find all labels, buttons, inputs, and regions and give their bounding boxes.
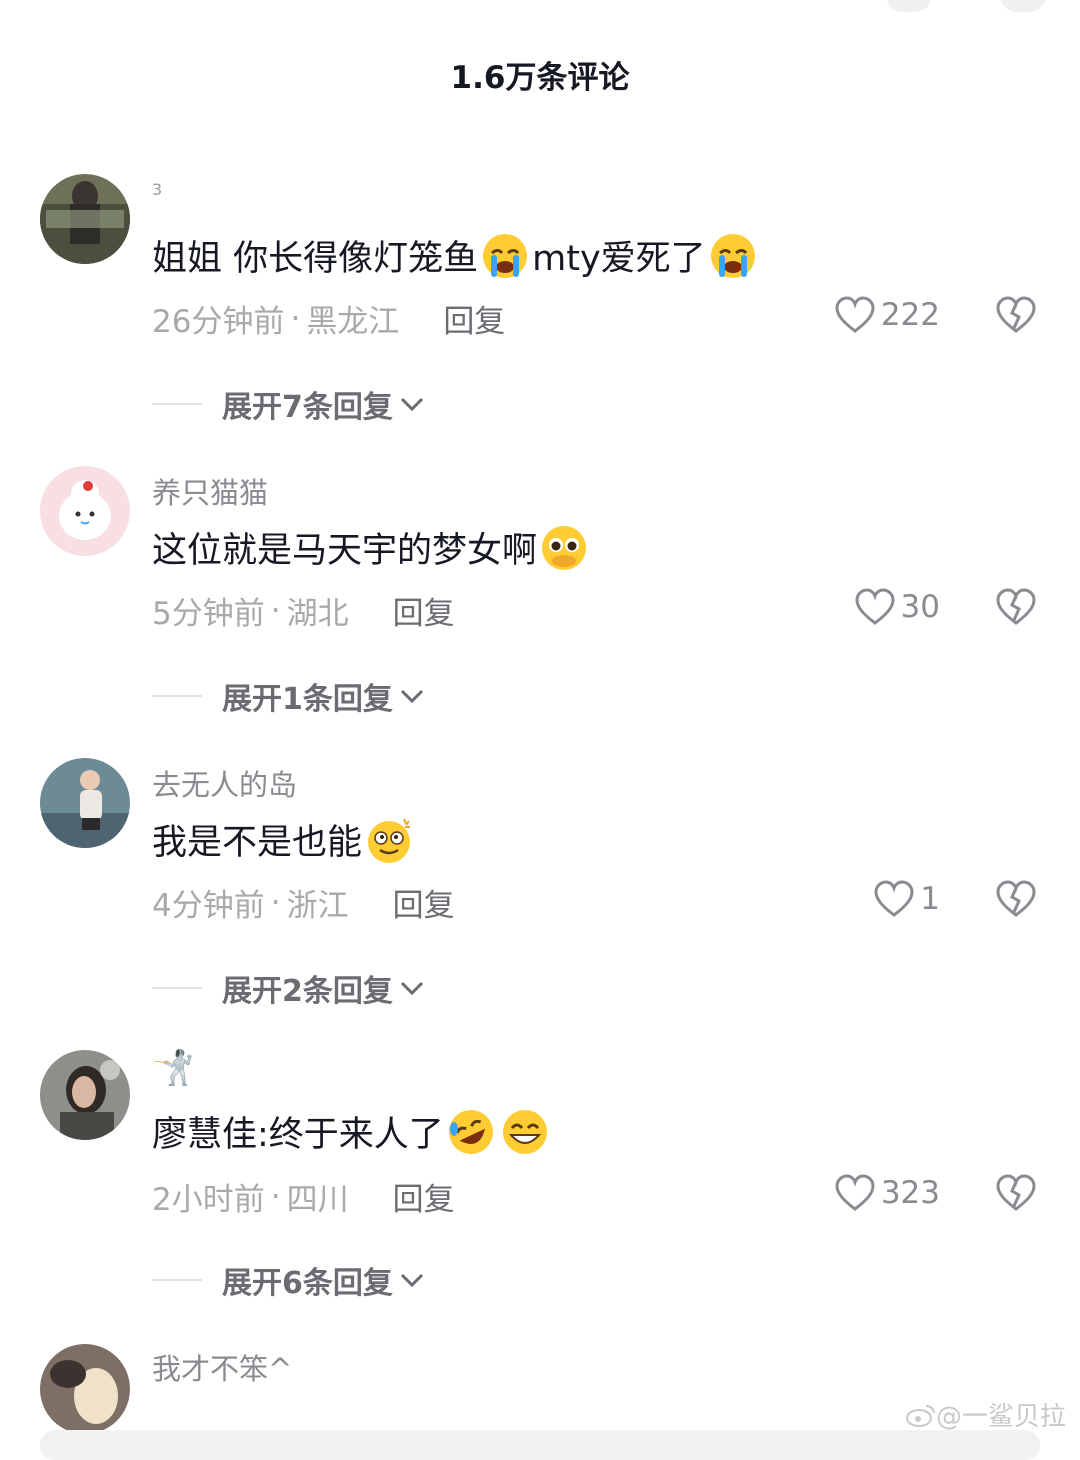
expand-replies-button[interactable]: 展开1条回复 (152, 674, 425, 718)
like-button[interactable]: 30 (855, 588, 940, 626)
like-count: 323 (880, 1175, 940, 1211)
like-button[interactable]: 222 (835, 296, 940, 334)
dislike-button[interactable] (996, 296, 1036, 338)
expand-replies-label: 展开2条回复 (222, 974, 393, 1009)
meta-separator: · (290, 300, 301, 337)
expand-replies-label: 展开6条回复 (222, 1266, 393, 1301)
avatar[interactable] (40, 1050, 130, 1140)
comment-text: 我是不是也能 (152, 814, 416, 865)
rolling-laughing-emoji-icon (448, 1109, 493, 1154)
username[interactable]: 🤺 (152, 1048, 194, 1088)
crying-emoji-icon (483, 233, 528, 278)
meta-separator: · (270, 592, 281, 629)
grinning-face-emoji-icon (502, 1109, 547, 1154)
crying-emoji-icon (710, 233, 755, 278)
username[interactable]: 去无人的岛 (152, 762, 297, 804)
chevron-down-icon (400, 1273, 423, 1288)
watermark: @一鲨贝拉 (905, 1396, 1066, 1433)
reply-button[interactable]: 回复 (443, 296, 505, 341)
avatar[interactable] (40, 466, 130, 556)
location: 湖北 (286, 596, 349, 632)
expand-replies-label: 展开1条回复 (222, 682, 393, 717)
avatar[interactable] (40, 1344, 130, 1434)
broken-heart-icon (996, 1174, 1036, 1211)
expand-replies-button[interactable]: 展开2条回复 (152, 966, 425, 1010)
username[interactable]: 3 (152, 180, 162, 199)
avatar[interactable] (40, 758, 130, 848)
like-count: 1 (920, 881, 940, 917)
divider-line (152, 1279, 202, 1281)
broken-heart-icon (996, 880, 1036, 917)
chevron-down-icon (400, 689, 423, 704)
dislike-button[interactable] (996, 880, 1036, 922)
divider-line (152, 695, 202, 697)
divider-line (152, 403, 202, 405)
reply-button[interactable]: 回复 (393, 588, 455, 633)
heart-icon (855, 588, 895, 625)
weibo-logo-icon (905, 1404, 935, 1427)
chevron-down-icon (400, 397, 423, 412)
comment-meta: 26分钟前 · 黑龙江 回复 (152, 296, 505, 341)
reply-button[interactable]: 回复 (393, 880, 455, 925)
reply-button[interactable]: 回复 (393, 1174, 455, 1219)
comment-text-part: 我是不是也能 (152, 823, 363, 863)
comment-input-bar[interactable] (40, 1430, 1040, 1460)
like-button[interactable]: 1 (874, 880, 940, 918)
header-action-button[interactable] (886, 0, 932, 12)
username[interactable]: 我才不笨^ (152, 1346, 292, 1388)
close-button[interactable] (1000, 0, 1046, 12)
location: 四川 (286, 1182, 349, 1218)
username[interactable]: 养只猫猫 (152, 470, 268, 512)
heart-icon (874, 880, 914, 917)
comment-text-part: mty爱死了 (532, 239, 706, 279)
comment-count-title: 1.6万条评论 (450, 60, 630, 96)
like-count: 222 (880, 297, 940, 333)
broken-heart-icon (996, 588, 1036, 625)
heart-icon (835, 296, 875, 333)
like-count: 30 (900, 589, 940, 625)
divider-line (152, 987, 202, 989)
expand-replies-label: 展开7条回复 (222, 390, 393, 425)
like-button[interactable]: 323 (835, 1174, 940, 1212)
comment-text: 廖慧佳:终于来人了 (152, 1106, 552, 1157)
timestamp: 26分钟前 (152, 304, 285, 340)
dizzy-face-emoji-icon (368, 818, 411, 863)
expand-replies-button[interactable]: 展开7条回复 (152, 382, 425, 426)
comment-text: 姐姐 你长得像灯笼鱼 mty爱死了 (152, 230, 760, 281)
comment-text-part: 廖慧佳:终于来人了 (152, 1115, 444, 1155)
comment-meta: 4分钟前 · 浙江 回复 (152, 880, 455, 925)
comment-text-part: 这位就是马天宇的梦女啊 (152, 531, 538, 571)
comment-text-part: 姐姐 你长得像灯笼鱼 (152, 239, 479, 279)
location: 黑龙江 (306, 304, 400, 340)
meta-separator: · (270, 1178, 281, 1215)
timestamp: 5分钟前 (152, 596, 265, 632)
meta-separator: · (270, 884, 281, 921)
avatar[interactable] (40, 174, 130, 264)
dislike-button[interactable] (996, 588, 1036, 630)
location: 浙江 (286, 888, 349, 924)
dislike-button[interactable] (996, 1174, 1036, 1216)
timestamp: 4分钟前 (152, 888, 265, 924)
comment-meta: 2小时前 · 四川 回复 (152, 1174, 455, 1219)
heart-icon (835, 1174, 875, 1211)
comments-header: 1.6万条评论 (0, 0, 1080, 130)
timestamp: 2小时前 (152, 1182, 265, 1218)
comment-meta: 5分钟前 · 湖北 回复 (152, 588, 455, 633)
comment-text: 这位就是马天宇的梦女啊 (152, 522, 591, 573)
watermark-text: @一鲨贝拉 (935, 1402, 1066, 1432)
expand-replies-button[interactable]: 展开6条回复 (152, 1258, 425, 1302)
chevron-down-icon (400, 981, 423, 996)
broken-heart-icon (996, 296, 1036, 333)
pleading-face-emoji-icon (542, 525, 587, 570)
